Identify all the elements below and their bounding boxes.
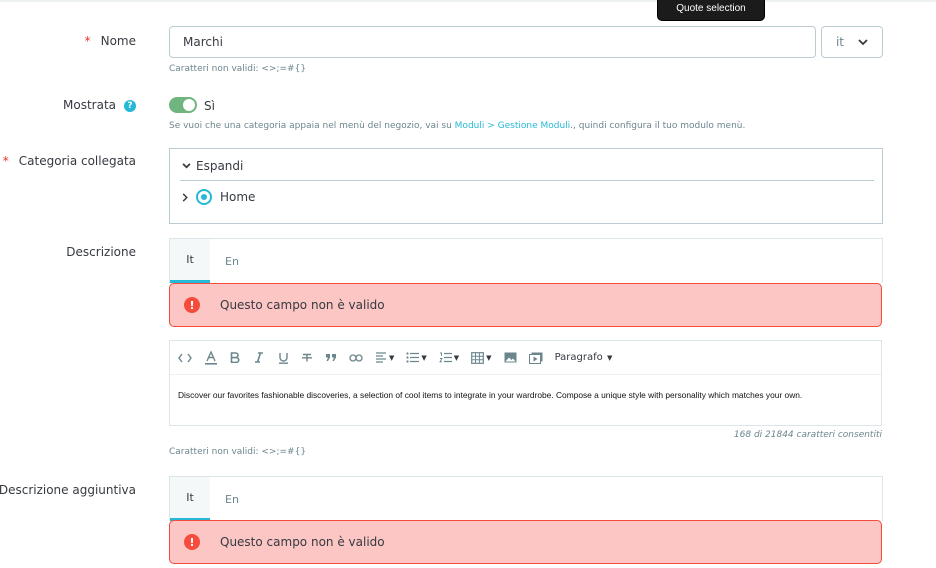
required-mark: * bbox=[84, 34, 91, 48]
home-radio[interactable] bbox=[196, 189, 212, 205]
description-label: Descrizione bbox=[66, 245, 136, 259]
italic-icon[interactable] bbox=[254, 348, 264, 368]
tab-it[interactable]: It bbox=[170, 239, 210, 283]
name-hint: Caratteri non validi: <>;=#{} bbox=[169, 64, 307, 74]
description-hint: Caratteri non validi: <>;=#{} bbox=[169, 447, 307, 457]
name-input[interactable]: Marchi bbox=[169, 26, 816, 58]
image-icon[interactable] bbox=[504, 348, 517, 368]
description-lang-tabs: It En bbox=[169, 238, 883, 283]
chevron-down-icon bbox=[858, 38, 868, 45]
tab-en[interactable]: En bbox=[216, 239, 248, 283]
character-counter: 168 di 21844 caratteri consentiti bbox=[733, 430, 882, 440]
tree-item-home[interactable]: Home bbox=[182, 189, 255, 205]
error-icon: ! bbox=[184, 534, 200, 550]
strikethrough-icon[interactable] bbox=[301, 348, 313, 368]
required-mark: * bbox=[2, 154, 9, 168]
editor-toolbar: ▼ ▼ ▼ ▼ Paragrafo ▼ bbox=[170, 341, 881, 375]
error-icon: ! bbox=[184, 297, 200, 313]
modules-link[interactable]: Moduli > Gestione Moduli bbox=[455, 121, 570, 131]
additional-description-label: Descrizione aggiuntiva bbox=[0, 483, 136, 497]
bullet-list-icon[interactable]: ▼ bbox=[406, 348, 427, 368]
displayed-label: Mostrata? bbox=[63, 98, 136, 112]
chevron-down-icon bbox=[182, 163, 191, 169]
category-tree: Espandi Home bbox=[169, 148, 883, 224]
category-label: * Categoria collegata bbox=[2, 154, 136, 168]
tab-it[interactable]: It bbox=[170, 477, 210, 521]
toggle-state-label: Sì bbox=[204, 99, 215, 113]
underline-icon[interactable] bbox=[278, 348, 289, 368]
tree-divider bbox=[180, 180, 874, 181]
align-icon[interactable]: ▼ bbox=[375, 348, 394, 368]
media-icon[interactable] bbox=[528, 348, 543, 368]
link-icon[interactable] bbox=[349, 348, 363, 368]
additional-description-error-alert: ! Questo campo non è valido bbox=[169, 520, 882, 564]
displayed-hint: Se vuoi che una categoria appaia nel men… bbox=[169, 121, 746, 131]
text-color-icon[interactable] bbox=[204, 348, 218, 368]
top-divider bbox=[0, 0, 936, 2]
chevron-right-icon[interactable] bbox=[182, 192, 188, 202]
displayed-toggle[interactable] bbox=[169, 97, 197, 113]
blockquote-icon[interactable] bbox=[325, 348, 337, 368]
language-select[interactable]: it bbox=[821, 26, 883, 58]
description-error-alert: ! Questo campo non è valido bbox=[169, 283, 882, 327]
name-label: * Nome bbox=[84, 34, 136, 48]
expand-button[interactable]: Espandi bbox=[182, 159, 243, 173]
help-icon[interactable]: ? bbox=[124, 99, 136, 112]
bold-icon[interactable] bbox=[230, 348, 240, 368]
source-code-icon[interactable] bbox=[178, 348, 192, 368]
additional-description-lang-tabs: It En bbox=[169, 476, 883, 521]
paragraph-format-dropdown[interactable]: Paragrafo ▼ bbox=[555, 352, 613, 363]
editor-content[interactable]: Discover our favorites fashionable disco… bbox=[178, 390, 802, 400]
tab-en[interactable]: En bbox=[216, 477, 248, 521]
description-editor[interactable]: ▼ ▼ ▼ ▼ Paragrafo ▼ Discover our favorit… bbox=[169, 340, 882, 426]
numbered-list-icon[interactable]: ▼ bbox=[438, 348, 459, 368]
table-icon[interactable]: ▼ bbox=[471, 348, 492, 368]
quote-selection-tooltip[interactable]: Quote selection bbox=[658, 0, 764, 20]
